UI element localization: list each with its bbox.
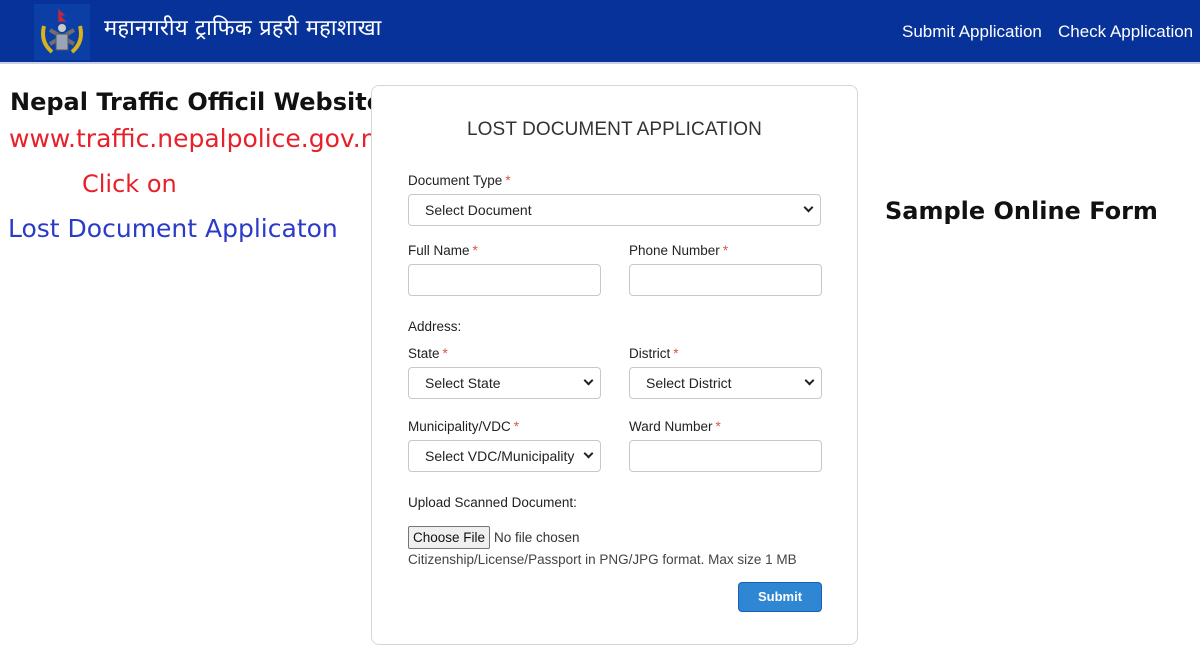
municipality-label: Municipality/VDC * (408, 419, 519, 434)
nav-check-application[interactable]: Check Application (1058, 22, 1193, 42)
phone-number-label-text: Phone Number (629, 243, 720, 258)
municipality-label-text: Municipality/VDC (408, 419, 511, 434)
state-value: Select State (425, 375, 501, 391)
promo-click-on: Click on (82, 170, 177, 198)
required-mark: * (442, 346, 448, 361)
phone-number-label: Phone Number * (629, 243, 728, 258)
navbar: महानगरीय ट्राफिक प्रहरी महाशाखा Submit A… (0, 0, 1200, 64)
upload-label: Upload Scanned Document: (408, 495, 577, 510)
choose-file-button[interactable]: Choose File (408, 526, 490, 549)
municipality-value: Select VDC/Municipality (425, 448, 575, 464)
full-name-label: Full Name * (408, 243, 478, 258)
district-label-text: District (629, 346, 671, 361)
required-mark: * (505, 173, 511, 188)
chevron-down-icon (804, 375, 815, 386)
document-type-label: Document Type * (408, 173, 511, 188)
chevron-down-icon (803, 202, 814, 213)
phone-number-input[interactable] (629, 264, 822, 296)
ward-number-input[interactable] (629, 440, 822, 472)
chevron-down-icon (583, 448, 594, 459)
required-mark: * (722, 243, 729, 258)
ward-number-label-text: Ward Number (629, 419, 713, 434)
sample-online-form-label: Sample Online Form (885, 197, 1158, 225)
required-mark: * (472, 243, 478, 258)
required-mark: * (715, 419, 721, 434)
full-name-label-text: Full Name (408, 243, 470, 258)
nepal-police-emblem-icon[interactable] (34, 4, 90, 60)
required-mark: * (673, 346, 679, 361)
promo-url: www.traffic.nepalpolice.gov.np (9, 124, 393, 153)
lost-document-form: LOST DOCUMENT APPLICATION Document Type *… (371, 85, 858, 645)
state-label: State * (408, 346, 448, 361)
chevron-down-icon (583, 375, 594, 386)
state-label-text: State (408, 346, 440, 361)
upload-hint: Citizenship/License/Passport in PNG/JPG … (408, 552, 797, 567)
promo-lost-document-link: Lost Document Applicaton (8, 214, 338, 243)
submit-button[interactable]: Submit (738, 582, 822, 612)
district-label: District * (629, 346, 679, 361)
municipality-select[interactable]: Select VDC/Municipality (408, 440, 601, 472)
state-select[interactable]: Select State (408, 367, 601, 399)
document-type-select[interactable]: Select Document (408, 194, 821, 226)
full-name-input[interactable] (408, 264, 601, 296)
document-type-label-text: Document Type (408, 173, 503, 188)
form-title: LOST DOCUMENT APPLICATION (467, 119, 762, 140)
document-type-value: Select Document (425, 202, 532, 218)
nav-submit-application[interactable]: Submit Application (902, 22, 1042, 42)
district-value: Select District (646, 375, 732, 391)
district-select[interactable]: Select District (629, 367, 822, 399)
brand-title[interactable]: महानगरीय ट्राफिक प्रहरी महाशाखा (104, 12, 382, 42)
address-label: Address: (408, 319, 462, 334)
promo-title: Nepal Traffic Officil Website: (10, 88, 393, 116)
ward-number-label: Ward Number * (629, 419, 721, 434)
required-mark: * (513, 419, 520, 434)
file-status: No file chosen (494, 530, 580, 545)
